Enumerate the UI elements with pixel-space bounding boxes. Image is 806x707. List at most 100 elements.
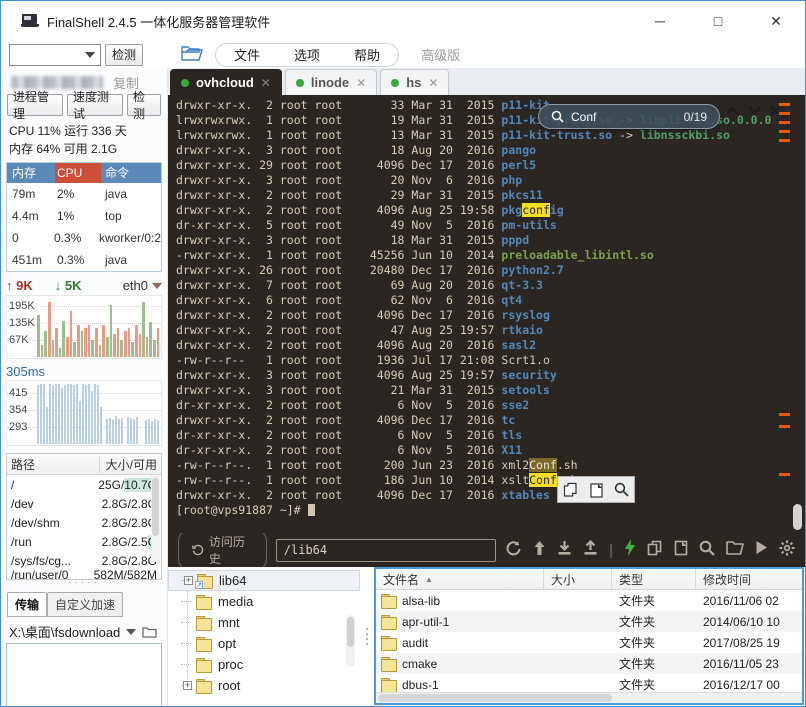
file-table[interactable]: 文件名▲ 大小 类型 修改时间 alsa-lib文件夹2016/11/06 02… (374, 567, 804, 705)
remote-path-input[interactable] (276, 539, 496, 562)
disk-row[interactable]: /dev2.8G/2.8G (7, 494, 161, 513)
ping-bar (61, 388, 63, 444)
folder-icon (381, 615, 396, 628)
run-icon[interactable] (755, 540, 768, 560)
table-row[interactable]: audit文件夹2017/08/25 19 (376, 632, 802, 653)
transfer-list[interactable] (6, 643, 162, 706)
terminal[interactable]: drwxr-xr-x. 2 root root 33 Mar 31 2015 p… (168, 95, 805, 533)
tree-item-lib64[interactable]: +↗lib64 (168, 570, 360, 591)
file-table-hscrollbar[interactable] (376, 692, 802, 703)
search-query[interactable]: Conf (571, 110, 677, 124)
download-icon[interactable] (557, 540, 572, 561)
process-row[interactable]: 00.3%kworker/0:2 (7, 227, 161, 249)
minimize-button[interactable]: ─ (631, 1, 689, 41)
menu-options[interactable]: 选项 (294, 45, 320, 64)
disk-row[interactable]: /sys/fs/cg...2.8G/2.8G (7, 551, 161, 570)
terminal-line: drwxr-xr-x. 3 root root 21 Mar 31 2015 s… (168, 383, 805, 398)
process-manager-button[interactable]: 进程管理 (7, 94, 63, 116)
col-command[interactable]: 命令 (101, 163, 161, 183)
col-size[interactable]: 大小 (544, 569, 612, 589)
search-icon[interactable] (614, 482, 629, 497)
expander-icon[interactable]: + (184, 576, 193, 585)
maximize-button[interactable]: □ (689, 1, 747, 41)
file-mtime-cell: 2016/12/17 00 (696, 678, 802, 692)
copy-icon[interactable] (647, 540, 663, 561)
disk-table[interactable]: 路径 大小/可用 /25G/10.7G/dev2.8G/2.8G/dev/shm… (6, 453, 162, 580)
terminal-scrollbar[interactable] (792, 95, 803, 533)
process-row[interactable]: 451m0.3%java (7, 249, 161, 271)
connections-folder-icon[interactable] (181, 44, 203, 66)
close-button[interactable]: ✕ (747, 1, 805, 41)
tree-item-opt[interactable]: opt (168, 633, 360, 654)
tree-scrollbar[interactable] (346, 615, 355, 667)
chevron-down-icon[interactable] (126, 629, 136, 635)
col-size-free[interactable]: 大小/可用 (99, 456, 157, 473)
interface-select[interactable]: eth0 (123, 278, 162, 293)
folder-icon[interactable] (726, 540, 744, 560)
host-select-dropdown[interactable] (9, 44, 101, 66)
boost-icon[interactable] (624, 539, 636, 561)
tree-table-splitter[interactable] (360, 567, 374, 706)
tree-item-root[interactable]: +root (168, 675, 360, 696)
disk-row[interactable]: /run2.8G/2.5G (7, 532, 161, 551)
disk-row[interactable]: /run/user/0582M/582M (7, 570, 161, 579)
up-icon[interactable] (533, 540, 546, 561)
col-path[interactable]: 路径 (11, 456, 99, 473)
expander-icon[interactable]: + (183, 681, 192, 690)
disk-row[interactable]: /25G/10.7G (7, 475, 161, 494)
paste-icon[interactable] (674, 540, 688, 561)
tab-close-icon[interactable]: ✕ (356, 76, 366, 90)
terminal-tab-linode[interactable]: linode✕ (285, 69, 377, 95)
settings-icon[interactable] (779, 540, 795, 561)
table-row[interactable]: cmake文件夹2016/11/05 23 (376, 653, 802, 674)
process-row[interactable]: 79m2%java (7, 183, 161, 205)
search-prev-icon[interactable] (726, 106, 739, 115)
detect-side-button[interactable]: 检测 (127, 94, 161, 116)
terminal-tab-ovhcloud[interactable]: ovhcloud✕ (170, 69, 282, 95)
process-row[interactable]: 4.4m1%top (7, 205, 161, 227)
tree-item-proc[interactable]: proc (168, 654, 360, 675)
app-icon (21, 14, 39, 28)
sidebar-splitter[interactable]: ····· (1, 580, 167, 588)
paste-icon[interactable] (589, 482, 604, 498)
connected-dot-icon (391, 79, 399, 87)
menu-file[interactable]: 文件 (234, 45, 260, 64)
col-type[interactable]: 类型 (612, 569, 696, 589)
copy-icon[interactable] (563, 482, 579, 498)
col-mtime[interactable]: 修改时间 (696, 569, 802, 589)
process-table[interactable]: 内存 CPU 命令 79m2%java4.4m1%top00.3%kworker… (6, 162, 162, 272)
ping-bar (52, 385, 54, 444)
process-table-header[interactable]: 内存 CPU 命令 (7, 163, 161, 183)
search-icon[interactable] (699, 540, 715, 561)
network-chart: 195K135K67K (6, 295, 162, 359)
refresh-icon[interactable] (505, 540, 522, 561)
terminal-line: -rwxr-xr-x. 1 root root 45256 Jun 10 201… (168, 248, 805, 263)
history-button[interactable]: 访问历史 (178, 529, 267, 571)
terminal-search-box[interactable]: Conf 0/19 (538, 104, 720, 129)
disk-row[interactable]: /dev/shm2.8G/2.8G (7, 513, 161, 532)
tab-close-icon[interactable]: ✕ (261, 76, 271, 90)
table-row[interactable]: alsa-lib文件夹2016/11/06 02 (376, 590, 802, 611)
menu-help[interactable]: 帮助 (354, 45, 380, 64)
process-cell: 2% (55, 187, 101, 201)
file-name: alsa-lib (402, 594, 440, 608)
search-next-icon[interactable] (748, 106, 761, 115)
detect-button[interactable]: 检测 (105, 44, 143, 66)
col-cpu[interactable]: CPU (55, 163, 101, 183)
open-folder-icon[interactable] (142, 626, 157, 638)
disk-scrollbar[interactable] (151, 476, 160, 562)
col-filename[interactable]: 文件名▲ (376, 569, 544, 589)
ping-bar (94, 384, 96, 444)
tab-close-icon[interactable]: ✕ (428, 76, 438, 90)
upload-icon[interactable] (583, 540, 598, 561)
table-row[interactable]: apr-util-1文件夹2014/06/10 10 (376, 611, 802, 632)
tree-item-media[interactable]: media (168, 591, 360, 612)
search-match-marker (779, 473, 790, 476)
tree-item-mnt[interactable]: mnt (168, 612, 360, 633)
terminal-tab-hs[interactable]: hs✕ (380, 69, 449, 95)
tab-transfer[interactable]: 传输 (7, 592, 47, 617)
speed-test-button[interactable]: 速度测试 (67, 94, 123, 116)
file-name-cell: cmake (376, 657, 544, 671)
tab-custom-acceleration[interactable]: 自定义加速 (47, 592, 123, 617)
col-memory[interactable]: 内存 (7, 163, 55, 183)
